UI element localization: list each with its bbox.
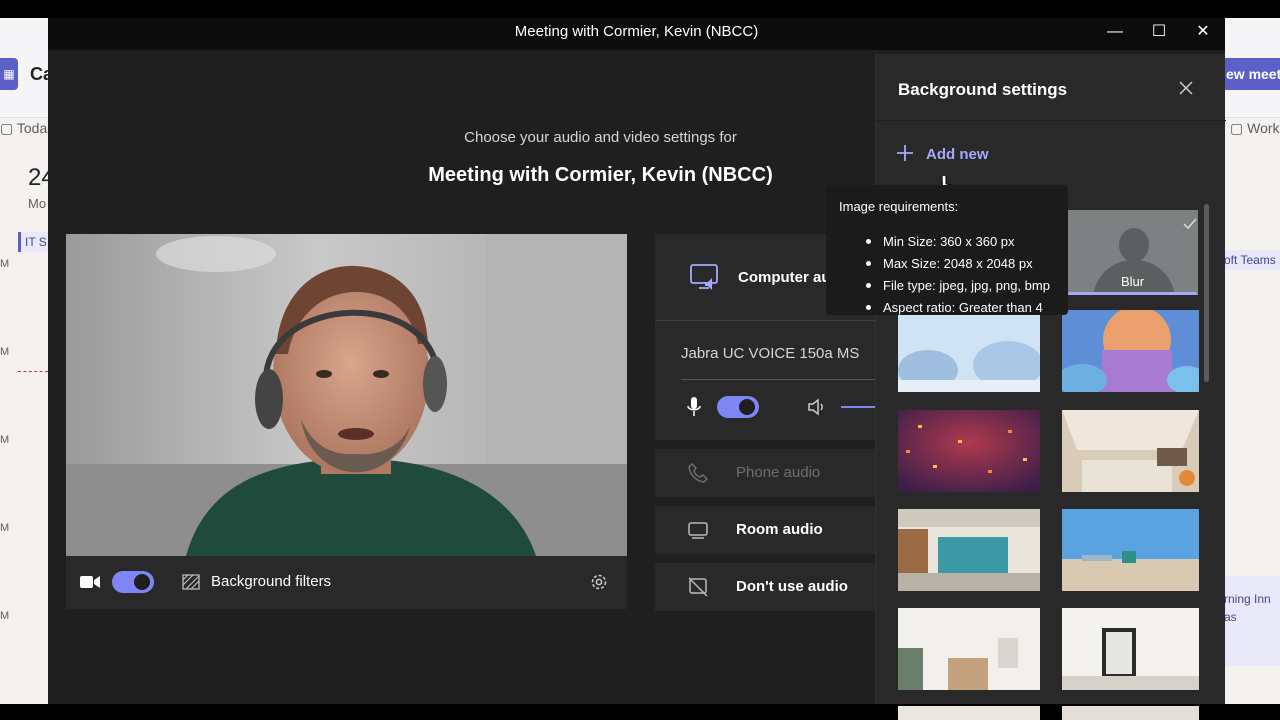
hour-mark: M bbox=[0, 434, 10, 446]
plus-icon bbox=[897, 145, 913, 161]
title-bar: Meeting with Cormier, Kevin (NBCC) — ☐ ✕ bbox=[48, 18, 1225, 50]
background-thumbnail bbox=[1062, 706, 1199, 720]
meeting-prejoin-window: Meeting with Cormier, Kevin (NBCC) — ☐ ✕… bbox=[48, 18, 1226, 720]
panel-title: Background settings bbox=[898, 80, 1068, 99]
camera-icon bbox=[80, 576, 100, 588]
add-new-label: Add new bbox=[926, 146, 989, 163]
no-audio-icon bbox=[688, 577, 708, 597]
no-audio-label: Don't use audio bbox=[736, 578, 848, 595]
background-option[interactable] bbox=[898, 310, 1040, 392]
computer-audio-icon bbox=[690, 264, 718, 290]
background-filters-button[interactable]: Background filters bbox=[211, 573, 331, 590]
date-day: Mo bbox=[28, 196, 47, 211]
work-week-label: Work bbox=[1247, 120, 1280, 136]
background-thumbnail bbox=[1062, 608, 1199, 690]
volume-slider[interactable] bbox=[841, 406, 875, 408]
tooltip-title: Image requirements: bbox=[839, 199, 959, 214]
background-thumbnail bbox=[898, 310, 1040, 392]
panel-scrollbar[interactable] bbox=[1204, 204, 1209, 382]
calendar-event[interactable]: oft Teams bbox=[1224, 250, 1280, 270]
background-option[interactable] bbox=[1062, 706, 1199, 720]
requirement-item: Min Size: 360 x 360 px bbox=[862, 233, 1050, 255]
divider bbox=[655, 320, 875, 321]
background-thumbnail bbox=[898, 608, 1040, 690]
microphone-icon bbox=[687, 397, 701, 416]
close-window-button[interactable]: ✕ bbox=[1181, 18, 1225, 46]
requirements-list: Min Size: 360 x 360 px Max Size: 2048 x … bbox=[862, 233, 1050, 321]
work-week-button[interactable]: ▢ Work bbox=[1230, 120, 1280, 137]
screen: ▦ Ca ▢ Toda 24 Mo IT S M M M M M ew meet… bbox=[0, 0, 1280, 720]
window-title: Meeting with Cormier, Kevin (NBCC) bbox=[514, 23, 759, 40]
room-audio-icon bbox=[688, 522, 708, 539]
hour-mark: M bbox=[0, 610, 10, 622]
computer-audio-label: Computer au bbox=[738, 269, 831, 286]
no-audio-option[interactable]: Don't use audio bbox=[655, 563, 875, 611]
hour-mark: M bbox=[0, 346, 10, 358]
background-thumbnail bbox=[1062, 310, 1199, 392]
event-subtitle: as bbox=[1224, 610, 1237, 624]
audio-device-select[interactable]: Jabra UC VOICE 150a MS bbox=[681, 345, 859, 362]
calendar-event[interactable]: rning Inn as bbox=[1224, 576, 1280, 666]
hour-mark: M bbox=[0, 258, 10, 270]
requirement-item: File type: jpeg, jpg, png, bmp bbox=[862, 277, 1050, 299]
today-label: Toda bbox=[16, 120, 48, 136]
phone-audio-option[interactable]: Phone audio bbox=[655, 449, 875, 497]
image-requirements-tooltip: Image requirements: Min Size: 360 x 360 … bbox=[826, 185, 1068, 315]
divider bbox=[876, 120, 1226, 121]
background-option[interactable] bbox=[1062, 310, 1199, 392]
background-thumbnail bbox=[1062, 410, 1199, 492]
today-button[interactable]: ▢ Toda bbox=[0, 120, 47, 137]
phone-icon bbox=[688, 462, 709, 483]
background-option[interactable] bbox=[1062, 509, 1199, 591]
background-filters-icon bbox=[182, 574, 200, 590]
room-audio-option[interactable]: Room audio bbox=[655, 506, 875, 554]
phone-audio-label: Phone audio bbox=[736, 464, 821, 481]
background-option[interactable] bbox=[898, 706, 1040, 720]
background-option[interactable] bbox=[898, 410, 1040, 492]
background-option[interactable] bbox=[1062, 608, 1199, 690]
camera-feed-image bbox=[66, 234, 627, 556]
background-option[interactable] bbox=[898, 608, 1040, 690]
close-icon[interactable] bbox=[1176, 78, 1196, 98]
background-thumbnail bbox=[898, 509, 1040, 591]
video-preview bbox=[66, 234, 627, 556]
background-thumbnail bbox=[898, 706, 1040, 720]
calendar-event[interactable]: IT S bbox=[18, 232, 48, 252]
divider bbox=[681, 379, 875, 380]
microphone-toggle[interactable] bbox=[717, 396, 759, 418]
background-option-blur[interactable]: Blur bbox=[1067, 210, 1198, 295]
requirement-item: Aspect ratio: Greater than 4 bbox=[862, 299, 1050, 321]
hour-mark: M bbox=[0, 522, 10, 534]
minimize-button[interactable]: — bbox=[1093, 18, 1137, 46]
background-settings-panel: Background settings Add new Blur bbox=[875, 54, 1226, 720]
gear-icon[interactable] bbox=[589, 572, 609, 592]
requirement-item: Max Size: 2048 x 2048 px bbox=[862, 255, 1050, 277]
camera-toggle[interactable] bbox=[112, 571, 154, 593]
background-option[interactable] bbox=[898, 509, 1040, 591]
check-icon bbox=[1183, 218, 1196, 230]
current-time-line bbox=[18, 371, 48, 372]
blur-label: Blur bbox=[1120, 274, 1145, 289]
background-thumbnail bbox=[1062, 509, 1199, 591]
maximize-button[interactable]: ☐ bbox=[1137, 18, 1181, 46]
new-meeting-button[interactable]: ew meeti bbox=[1222, 58, 1280, 90]
video-controls-bar: Background filters bbox=[66, 556, 627, 609]
speaker-icon bbox=[808, 398, 823, 416]
background-thumbnail bbox=[898, 410, 1040, 492]
avatar-silhouette bbox=[1119, 228, 1149, 262]
calendar-icon: ▦ bbox=[0, 58, 18, 90]
room-audio-label: Room audio bbox=[736, 521, 823, 538]
background-option[interactable] bbox=[1062, 410, 1199, 492]
event-title: rning Inn bbox=[1224, 592, 1271, 606]
